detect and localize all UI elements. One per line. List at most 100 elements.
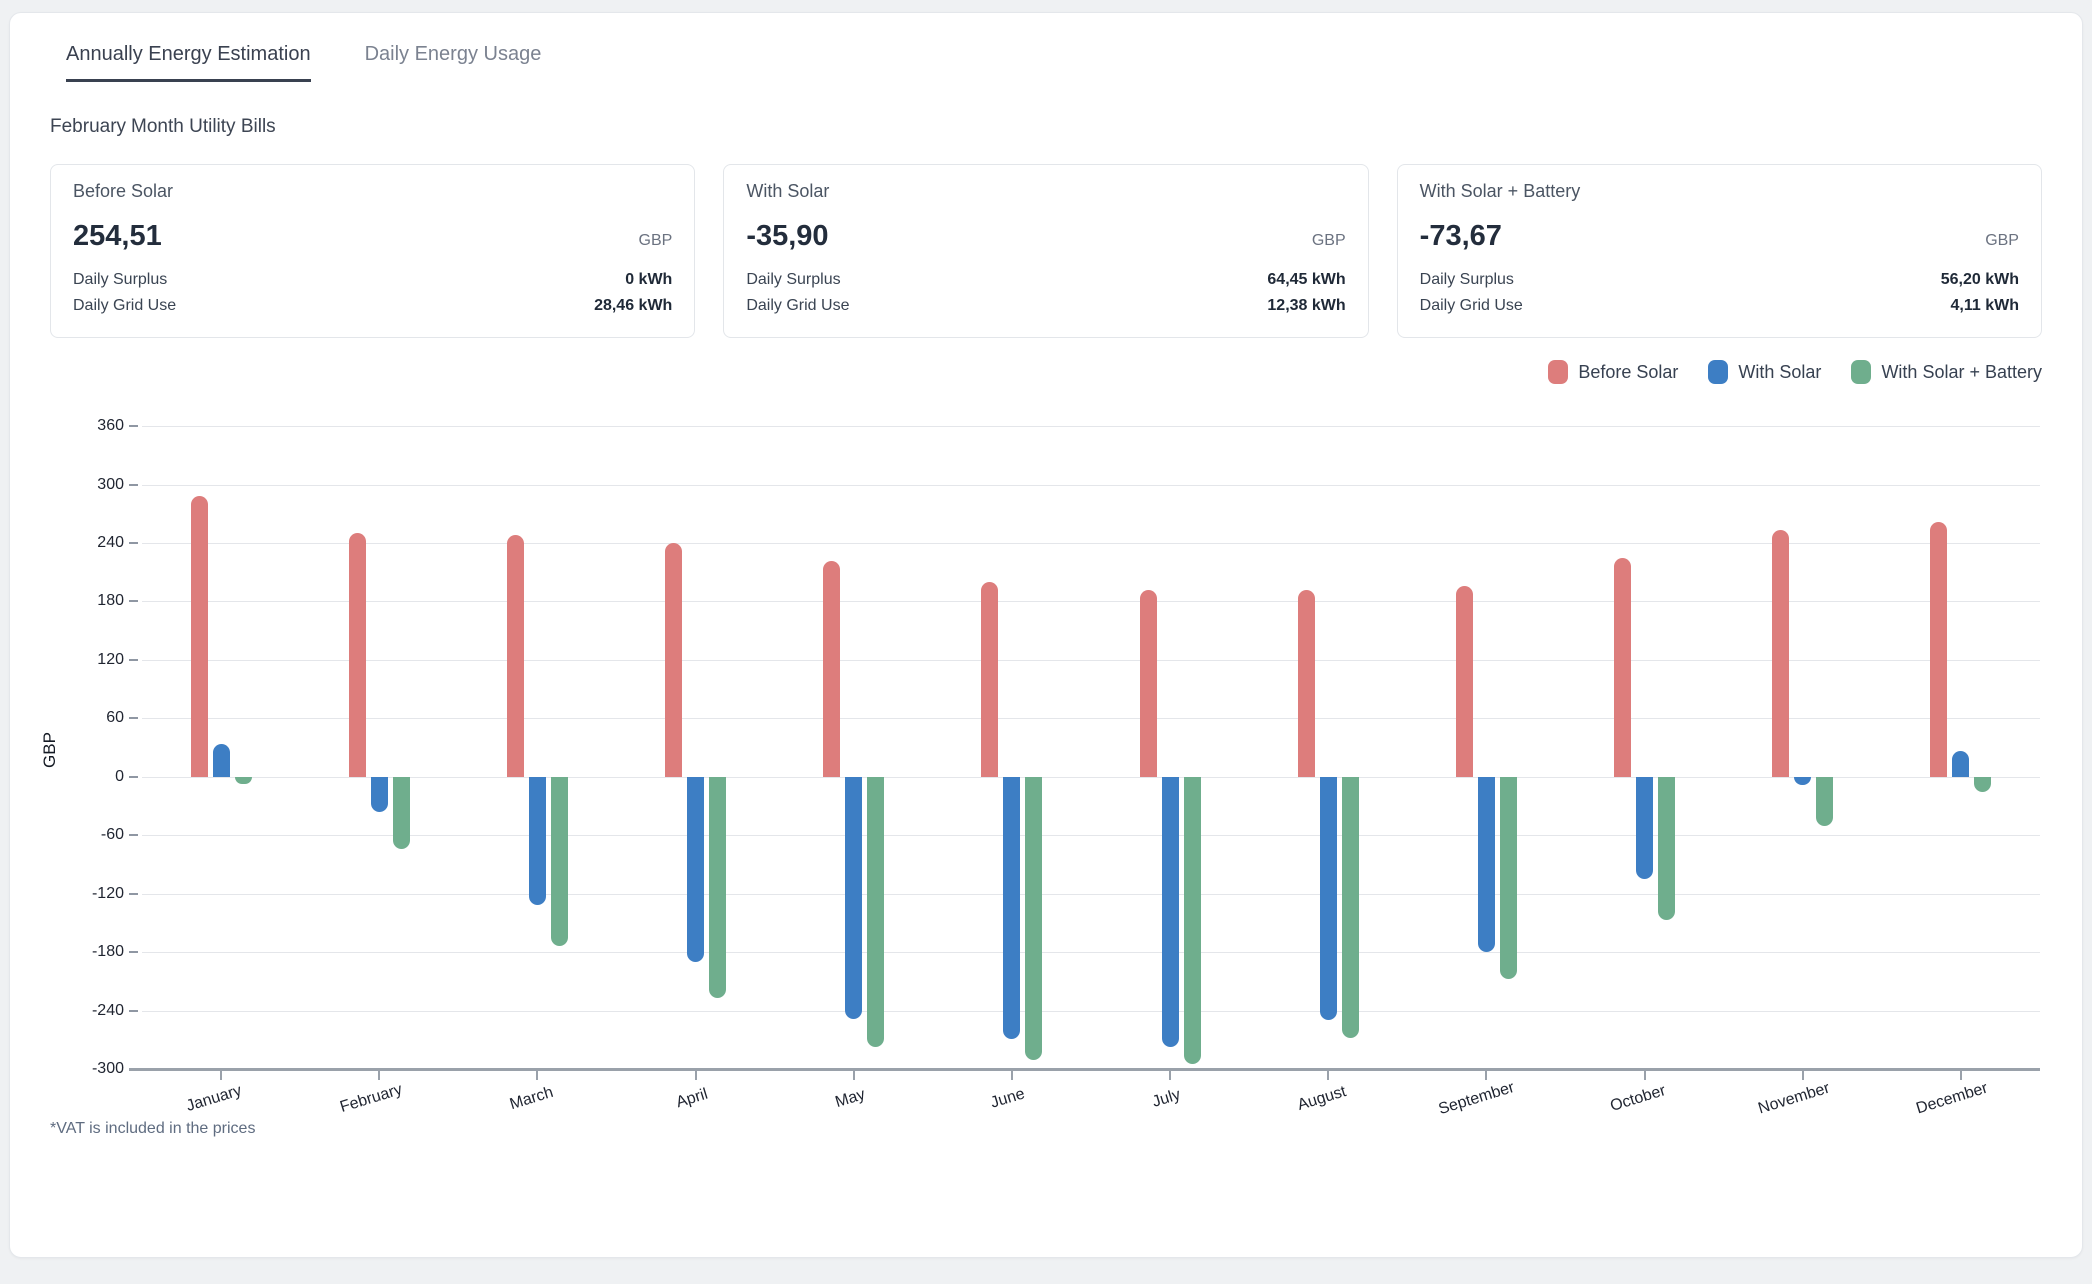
- main-panel: Annually Energy Estimation Daily Energy …: [9, 12, 2083, 1258]
- y-tick-label: 300: [54, 475, 124, 495]
- row-label: Daily Grid Use: [746, 293, 849, 319]
- chart-legend: Before Solar With Solar With Solar + Bat…: [50, 360, 2042, 384]
- y-tick-mark: [129, 717, 138, 719]
- gridline: [142, 543, 2040, 544]
- x-tick-mark: [1327, 1071, 1329, 1080]
- page-title: FebruaryMonth Utility Bills: [50, 116, 2042, 138]
- bar: [1003, 777, 1020, 1039]
- row-label: Daily Grid Use: [73, 293, 176, 319]
- bar: [235, 777, 252, 785]
- x-tick-mark: [378, 1071, 380, 1080]
- gridline: [142, 426, 2040, 427]
- x-tick-mark: [220, 1071, 222, 1080]
- legend-item-before-solar[interactable]: Before Solar: [1548, 360, 1678, 384]
- y-tick-mark: [129, 893, 138, 895]
- row-label: Daily Surplus: [1420, 267, 1514, 293]
- row-value: 28,46 kWh: [594, 293, 672, 319]
- daily-grid-use-row: Daily Grid Use 4,11 kWh: [1420, 293, 2019, 319]
- card-value: 254,51: [73, 220, 162, 253]
- bar: [529, 777, 546, 906]
- bar: [845, 777, 862, 1020]
- row-value: 4,11 kWh: [1951, 293, 2019, 319]
- x-tick-mark: [536, 1071, 538, 1080]
- y-tick-mark: [129, 542, 138, 544]
- bar: [1974, 777, 1991, 793]
- bar: [1025, 777, 1042, 1061]
- vat-footnote: *VAT is included in the prices: [50, 1120, 2042, 1138]
- card-value: -35,90: [746, 220, 828, 253]
- x-axis-label: February: [338, 1081, 404, 1117]
- card-with-solar: With Solar -35,90 GBP Daily Surplus 64,4…: [723, 164, 1368, 338]
- y-tick-label: 240: [54, 533, 124, 553]
- bar: [1772, 530, 1789, 777]
- bar: [1478, 777, 1495, 952]
- x-tick-mark: [1169, 1071, 1171, 1080]
- x-axis-label: March: [508, 1084, 556, 1114]
- bar: [551, 777, 568, 947]
- row-label: Daily Surplus: [73, 267, 167, 293]
- y-tick-mark: [129, 600, 138, 602]
- tab-annually-energy-estimation[interactable]: Annually Energy Estimation: [66, 43, 311, 82]
- bar: [1930, 522, 1947, 777]
- row-value: 56,20 kWh: [1941, 267, 2019, 293]
- y-tick-label: 120: [54, 650, 124, 670]
- card-value: -73,67: [1420, 220, 1502, 253]
- bar: [213, 744, 230, 777]
- summary-cards: Before Solar 254,51 GBP Daily Surplus 0 …: [50, 164, 2042, 338]
- x-tick-mark: [1485, 1071, 1487, 1080]
- bar: [349, 533, 366, 777]
- y-tick-mark: [129, 425, 138, 427]
- bar: [371, 777, 388, 812]
- card-with-solar-battery: With Solar + Battery -73,67 GBP Daily Su…: [1397, 164, 2042, 338]
- x-tick-mark: [1644, 1071, 1646, 1080]
- x-tick-mark: [1960, 1071, 1962, 1080]
- y-tick-label: 0: [54, 767, 124, 787]
- y-tick-label: 60: [54, 708, 124, 728]
- gridline: [142, 952, 2040, 953]
- legend-item-with-solar-battery[interactable]: With Solar + Battery: [1851, 360, 2042, 384]
- gridline: [142, 777, 2040, 778]
- card-title: With Solar: [746, 181, 1345, 202]
- tab-bar: Annually Energy Estimation Daily Energy …: [66, 13, 2042, 82]
- bar: [867, 777, 884, 1048]
- x-axis-label: January: [184, 1082, 244, 1116]
- card-title: With Solar + Battery: [1420, 181, 2019, 202]
- row-value: 64,45 kWh: [1267, 267, 1345, 293]
- bar: [1952, 751, 1969, 776]
- bar: [1456, 586, 1473, 777]
- y-tick-label: -240: [54, 1001, 124, 1021]
- bar: [1614, 558, 1631, 777]
- bar: [507, 535, 524, 777]
- gridline: [142, 835, 2040, 836]
- row-value: 0 kWh: [625, 267, 672, 293]
- bar: [1184, 777, 1201, 1064]
- x-axis-label: April: [674, 1086, 710, 1113]
- bar: [981, 582, 998, 777]
- x-axis-label: October: [1608, 1082, 1668, 1116]
- gridline: [142, 718, 2040, 719]
- y-tick-mark: [129, 484, 138, 486]
- bar: [1298, 590, 1315, 777]
- bar: [191, 496, 208, 777]
- gridline: [142, 894, 2040, 895]
- bar: [665, 543, 682, 777]
- x-axis-label: June: [989, 1085, 1027, 1112]
- daily-grid-use-row: Daily Grid Use 12,38 kWh: [746, 293, 1345, 319]
- tab-daily-energy-usage[interactable]: Daily Energy Usage: [365, 43, 542, 82]
- bar-chart: GBP 360300240180120600-60-120-180-240-30…: [50, 400, 2042, 1116]
- card-title: Before Solar: [73, 181, 672, 202]
- bar: [823, 561, 840, 776]
- legend-item-with-solar[interactable]: With Solar: [1708, 360, 1821, 384]
- card-currency: GBP: [1312, 232, 1346, 250]
- daily-surplus-row: Daily Surplus 56,20 kWh: [1420, 267, 2019, 293]
- legend-label: With Solar + Battery: [1881, 362, 2042, 383]
- row-label: Daily Grid Use: [1420, 293, 1523, 319]
- bar: [1342, 777, 1359, 1038]
- bar: [709, 777, 726, 998]
- y-tick-label: -60: [54, 825, 124, 845]
- gridline: [142, 660, 2040, 661]
- y-tick-mark: [129, 776, 138, 778]
- x-tick-mark: [853, 1071, 855, 1080]
- x-axis-label: December: [1914, 1080, 1990, 1119]
- bar: [1320, 777, 1337, 1021]
